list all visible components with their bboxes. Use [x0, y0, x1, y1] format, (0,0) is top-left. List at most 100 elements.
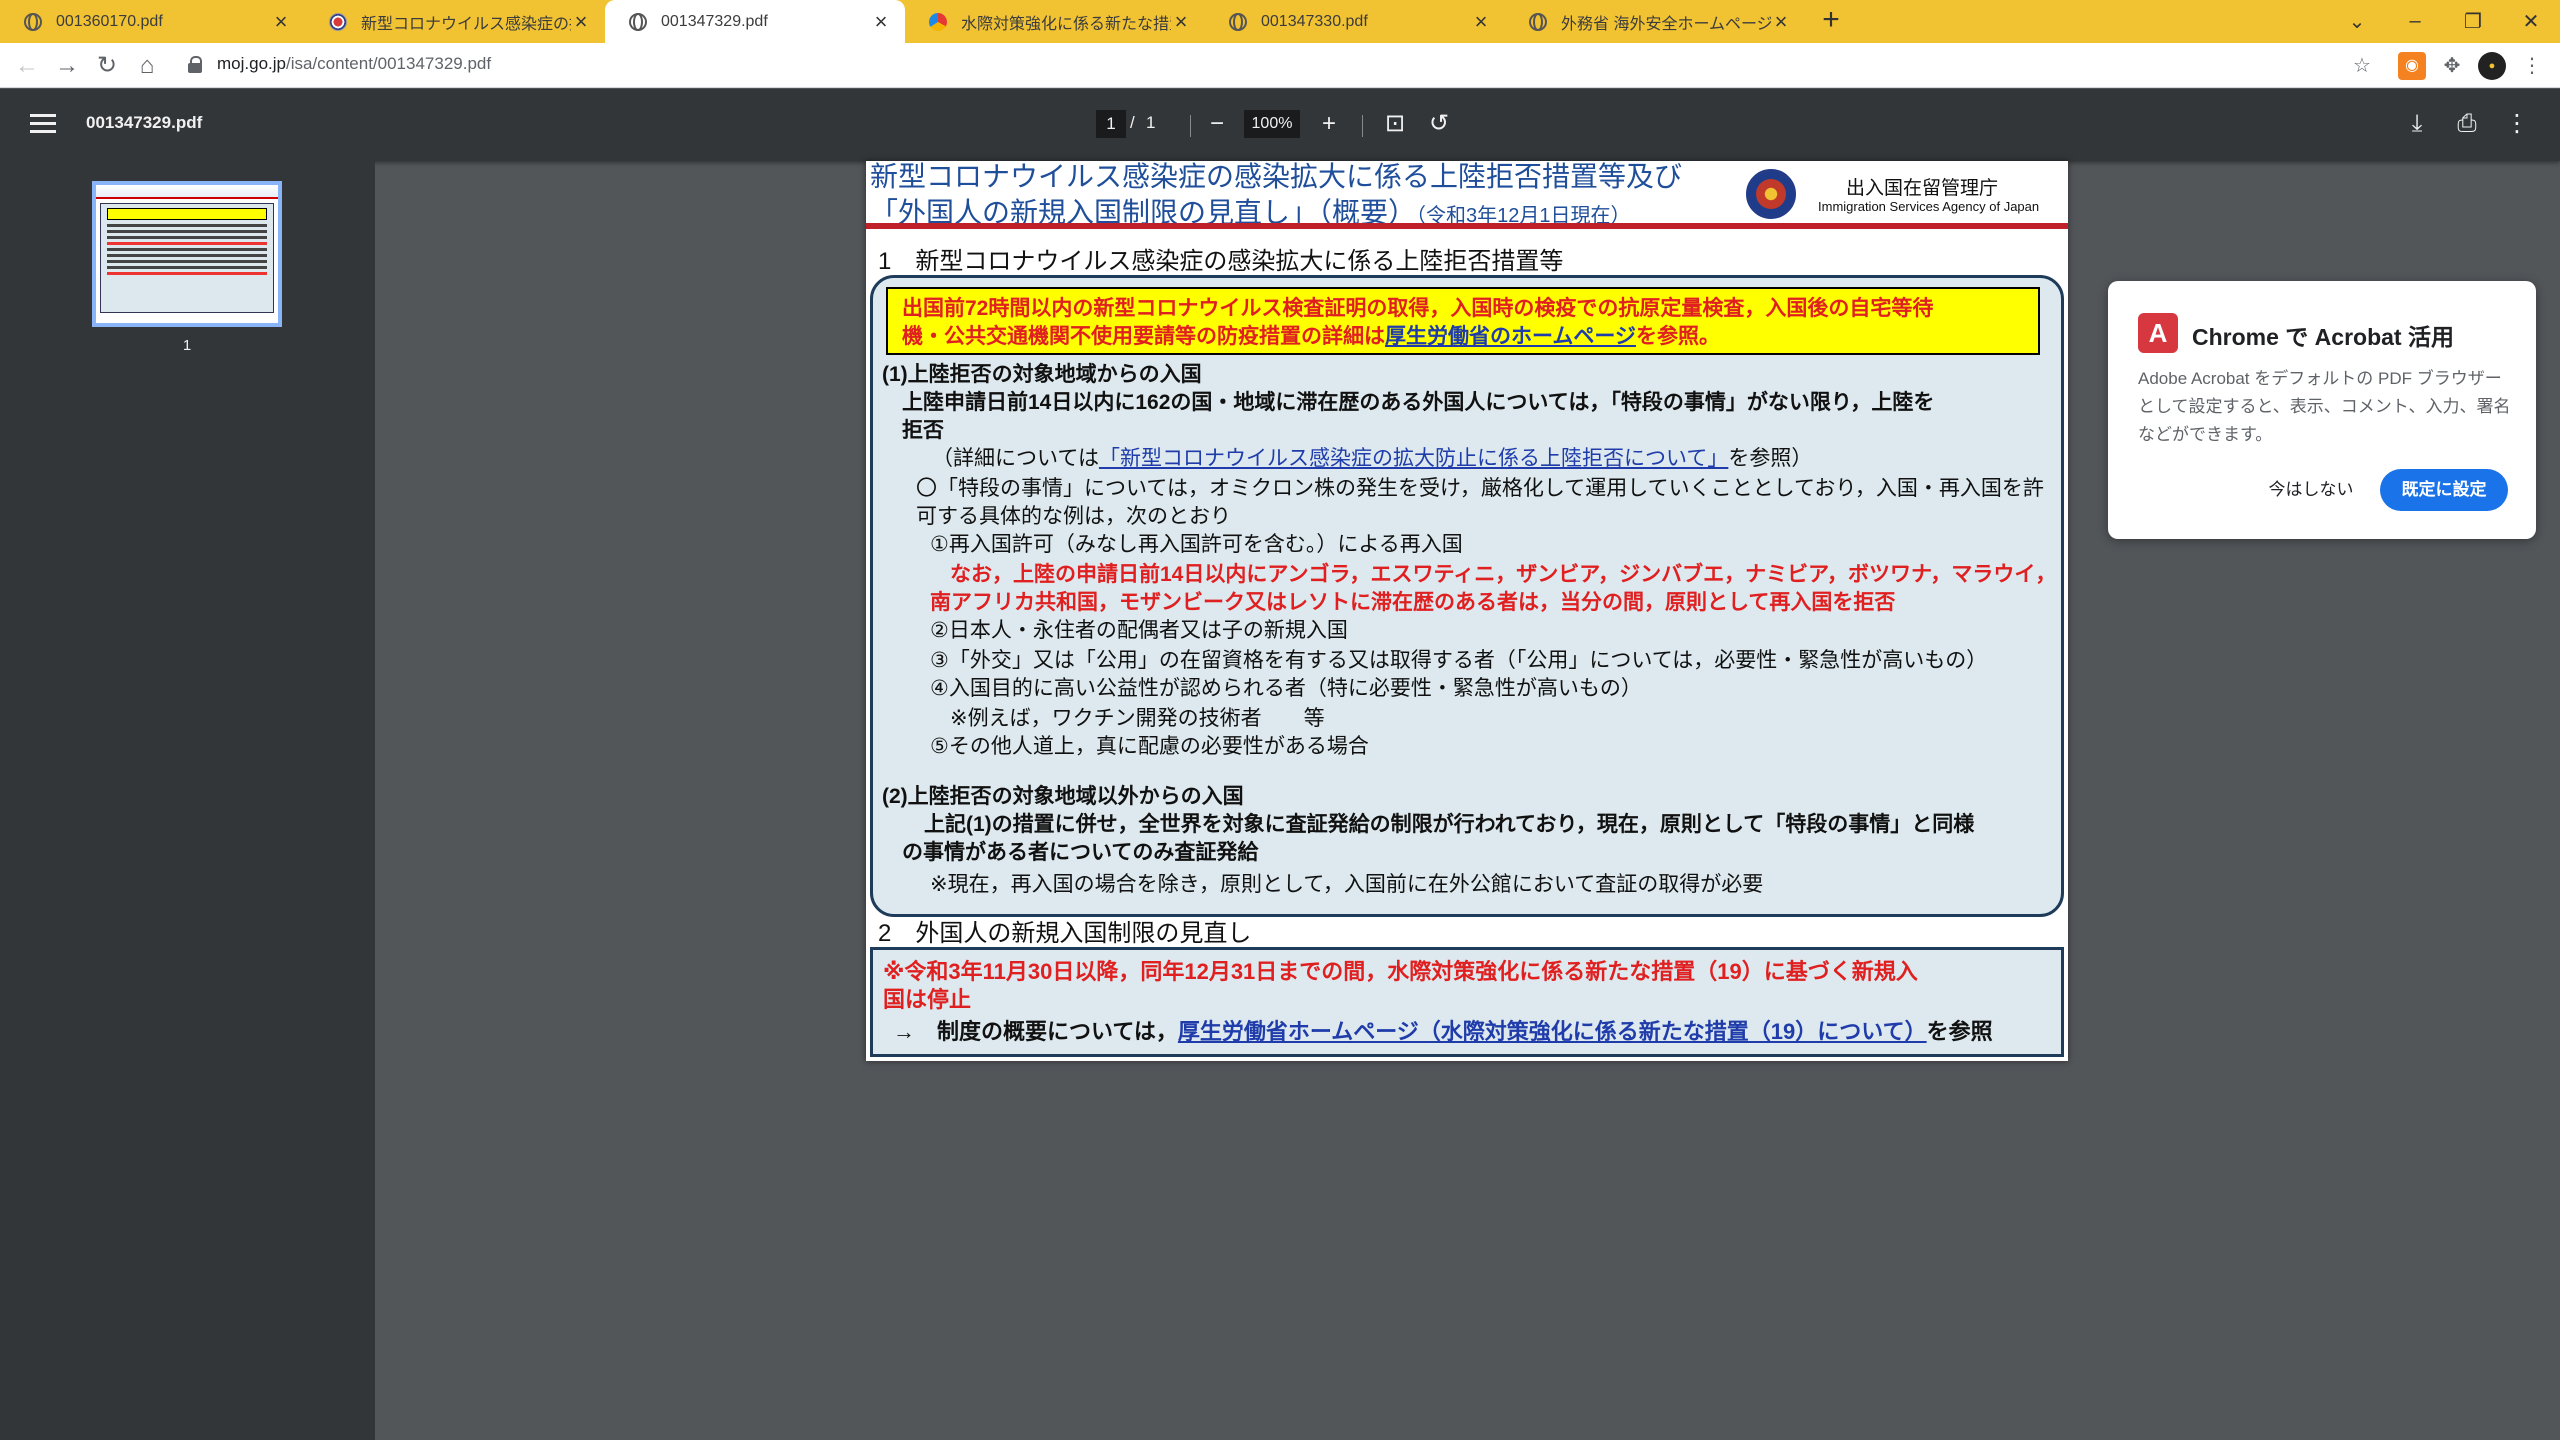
- agency-name-jp: 出入国在留管理庁: [1846, 178, 1999, 199]
- chrome-menu-icon[interactable]: ⋮: [2518, 52, 2546, 80]
- close-icon[interactable]: ×: [571, 10, 591, 32]
- warning-line: 南アフリカ共和国，モザンビーク又はレソトに滞在歴のある者は，当分の間，原則として…: [930, 591, 1896, 614]
- tab-001360170[interactable]: 001360170.pdf ×: [0, 0, 305, 43]
- forward-button[interactable]: →: [52, 51, 82, 81]
- zoom-level-input[interactable]: 100%: [1244, 110, 1300, 138]
- close-icon[interactable]: ×: [1771, 10, 1791, 32]
- document-title: 001347329.pdf: [86, 113, 203, 132]
- flag-icon: [329, 12, 347, 31]
- tab-mofa-safety[interactable]: 外務省 海外安全ホームページ ×: [1505, 0, 1805, 43]
- mhlw-homepage-link[interactable]: 厚生労働省のホームページ: [1385, 325, 1636, 348]
- paragraph-line: の事情がある者についてのみ査証発給: [902, 841, 1259, 864]
- globe-icon: [629, 12, 647, 31]
- minimize-button[interactable]: –: [2386, 0, 2444, 43]
- tab-title: 001347330.pdf: [1261, 12, 1368, 30]
- suspension-notice: 国は停止: [883, 987, 972, 1012]
- agency-emblem-icon: [1746, 169, 1796, 219]
- page-total: 1: [1146, 113, 1156, 132]
- entry-refusal-link[interactable]: 「新型コロナウイルス感染症の拡大防止に係る上陸拒否について」: [1099, 447, 1728, 470]
- section2-heading: 2 外国人の新規入国制限の見直し: [878, 920, 1252, 947]
- list-note: ※例えば，ワクチン開発の技術者 等: [950, 707, 1325, 730]
- tab-title: 水際対策強化に係る新たな措置（: [961, 15, 1171, 33]
- rotate-icon[interactable]: ↺: [1424, 109, 1454, 139]
- subsection2-heading: (2)上陸拒否の対象地域以外からの入国: [882, 785, 1244, 808]
- close-icon[interactable]: ×: [1171, 10, 1191, 32]
- address-bar[interactable]: moj.go.jp/isa/content/001347329.pdf: [217, 54, 491, 74]
- list-item: ④入国目的に高い公益性が認められる者（特に必要性・緊急性が高いもの）: [930, 677, 1642, 700]
- doc-title-line1: 新型コロナウイルス感染症の感染拡大に係る上陸拒否措置等及び: [870, 161, 1683, 192]
- print-icon[interactable]: ⎙: [2452, 109, 2482, 139]
- tab-covid-landing[interactable]: 新型コロナウイルス感染症の拡大防止 ×: [305, 0, 605, 43]
- notice-line2: 機・公共交通機関不使用要請等の防疫措置の詳細は厚生労働省のホームページを参照。: [902, 323, 2024, 351]
- paragraph-line: 拒否: [902, 419, 944, 442]
- reference-text: → 制度の概要については，: [893, 1019, 1178, 1044]
- extensions-puzzle-icon[interactable]: ✥: [2438, 52, 2466, 80]
- page-thumbnail[interactable]: [92, 181, 282, 327]
- list-item: ⑤その他人道上，真に配慮の必要性がある場合: [930, 735, 1369, 758]
- page-separator: /: [1130, 113, 1135, 132]
- bookmark-star-icon[interactable]: ☆: [2348, 52, 2376, 80]
- tab-search-icon[interactable]: ⌄: [2328, 0, 2386, 43]
- new-tab-button[interactable]: +: [1816, 5, 1846, 36]
- tab-001347330[interactable]: 001347330.pdf ×: [1205, 0, 1505, 43]
- paragraph-line: 上記(1)の措置に併せ，全世界を対象に査証発給の制限が行われており，現在，原則と…: [924, 813, 1975, 836]
- reload-button[interactable]: ↻: [92, 51, 122, 81]
- tab-title: 001347329.pdf: [661, 12, 768, 30]
- paragraph-line: 〇「特段の事情」については，オミクロン株の発生を受け，厳格化して運用していくこと…: [916, 477, 2044, 500]
- lock-icon[interactable]: [188, 56, 202, 74]
- paragraph-text: を参照）: [1728, 447, 1813, 470]
- browser-toolbar: ← → ↻ ⌂ moj.go.jp/isa/content/001347329.…: [0, 43, 2560, 88]
- mhlw-measures-link[interactable]: 厚生労働省ホームページ（水際対策強化に係る新たな措置（19）について）: [1178, 1019, 1927, 1044]
- download-icon[interactable]: ⤓: [2402, 109, 2432, 139]
- more-options-icon[interactable]: ⋮: [2502, 109, 2532, 139]
- section2-box: ※令和3年11月30日以降，同年12月31日までの間，水際対策強化に係る新たな措…: [870, 947, 2064, 1057]
- close-icon[interactable]: ×: [871, 10, 891, 32]
- rss-extension-icon[interactable]: ◉: [2398, 52, 2426, 80]
- reference-line: → 制度の概要については，厚生労働省ホームページ（水際対策強化に係る新たな措置（…: [893, 1018, 1993, 1046]
- url-path: /isa/content/001347329.pdf: [285, 54, 492, 73]
- maff-icon: [929, 12, 947, 31]
- toolbar-divider: [1362, 115, 1363, 137]
- list-item: ①再入国許可（みなし再入国許可を含む。）による再入国: [930, 533, 1463, 556]
- tab-border-measures[interactable]: 水際対策強化に係る新たな措置（ ×: [905, 0, 1205, 43]
- restore-button[interactable]: ❐: [2444, 0, 2502, 43]
- close-icon[interactable]: ×: [271, 10, 291, 32]
- home-button[interactable]: ⌂: [132, 51, 162, 81]
- sidebar-menu-icon[interactable]: [30, 114, 56, 134]
- fit-page-icon[interactable]: ⊡: [1380, 109, 1410, 139]
- dialog-title: Chrome で Acrobat 活用: [2192, 324, 2454, 350]
- tab-001347329[interactable]: 001347329.pdf ×: [605, 0, 905, 43]
- acrobat-logo-icon: A: [2138, 313, 2178, 353]
- acrobat-promo-dialog: A Chrome で Acrobat 活用 Adobe Acrobat をデフォ…: [2108, 281, 2536, 539]
- close-icon[interactable]: ×: [1471, 10, 1491, 32]
- pdf-page: 新型コロナウイルス感染症の感染拡大に係る上陸拒否措置等及び 「外国人の新規入国制…: [866, 161, 2068, 1061]
- pdf-toolbar: 001347329.pdf 1 / 1 − 100% + ⊡ ↺ ⤓ ⎙ ⋮: [0, 89, 2560, 161]
- agency-name-en: Immigration Services Agency of Japan: [1818, 199, 2040, 214]
- zoom-out-button[interactable]: −: [1202, 109, 1232, 139]
- window-close-button[interactable]: ✕: [2502, 0, 2560, 43]
- paragraph-text: （詳細については: [932, 447, 1099, 470]
- zoom-in-button[interactable]: +: [1314, 109, 1344, 139]
- warning-line: なお，上陸の申請日前14日以内にアンゴラ，エスワティニ，ザンビア，ジンバブエ，ナ…: [950, 563, 2057, 586]
- globe-icon: [24, 12, 42, 31]
- dialog-body: Adobe Acrobat をデフォルトの PDF ブラウザーとして設定すると、…: [2138, 369, 2511, 444]
- paragraph-line: 可する具体的な例は，次のとおり: [916, 505, 1231, 528]
- section1-heading: 1 新型コロナウイルス感染症の感染拡大に係る上陸拒否措置等: [878, 248, 1564, 275]
- notice-text: 機・公共交通機関不使用要請等の防疫措置の詳細は: [902, 325, 1385, 348]
- page-number-input[interactable]: 1: [1096, 110, 1126, 138]
- not-now-button[interactable]: 今はしない: [2250, 469, 2372, 511]
- suspension-notice: ※令和3年11月30日以降，同年12月31日までの間，水際対策強化に係る新たな措…: [883, 959, 1918, 984]
- list-item: ③「外交」又は「公用」の在留資格を有する又は取得する者（「公用」については，必要…: [930, 649, 1988, 672]
- back-button[interactable]: ←: [12, 51, 42, 81]
- paragraph-line: （詳細については「新型コロナウイルス感染症の拡大防止に係る上陸拒否について」を参…: [932, 445, 1812, 473]
- tab-title: 外務省 海外安全ホームページ: [1561, 15, 1771, 33]
- subsection1-heading: (1)上陸拒否の対象地域からの入国: [882, 363, 1202, 386]
- header-divider: [866, 223, 2068, 229]
- thumbnail-label: 1: [182, 337, 192, 354]
- notice-line1: 出国前72時間以内の新型コロナウイルス検査証明の取得，入国時の検疫での抗原定量検…: [902, 297, 1934, 320]
- url-host: moj.go.jp: [217, 54, 286, 73]
- reference-text: を参照: [1926, 1019, 1993, 1044]
- set-default-button[interactable]: 既定に設定: [2380, 469, 2508, 511]
- notice-highlight-box: 出国前72時間以内の新型コロナウイルス検査証明の取得，入国時の検疫での抗原定量検…: [886, 287, 2040, 355]
- profile-avatar[interactable]: ●: [2478, 52, 2506, 80]
